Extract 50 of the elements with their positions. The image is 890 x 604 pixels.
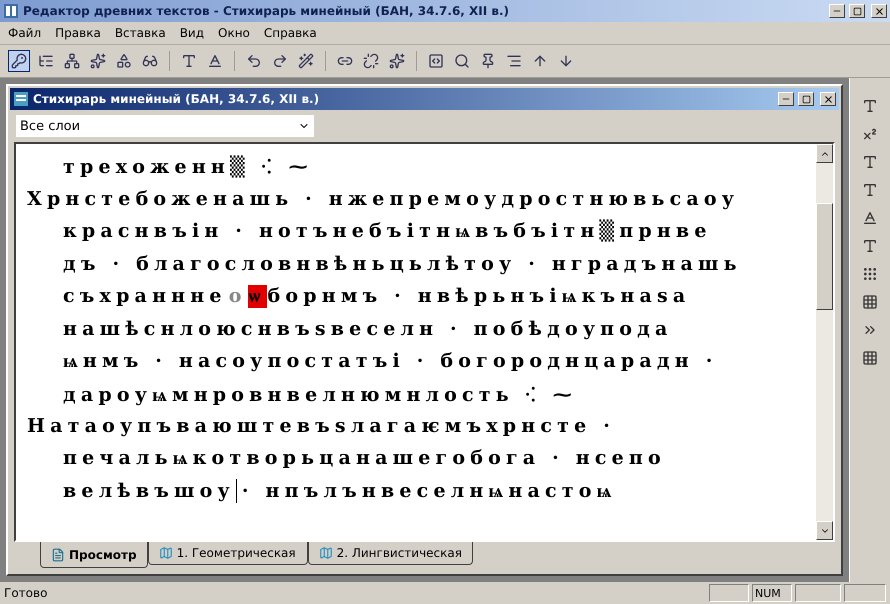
sparkle-icon[interactable]	[88, 51, 108, 71]
status-panel	[709, 584, 749, 602]
close-button[interactable]	[871, 4, 887, 18]
manuscript-line: трехоженн▒ ⁖ ⁓	[62, 154, 314, 180]
document-icon	[13, 91, 29, 107]
status-text: Готово	[4, 586, 48, 600]
document-title: Стихирарь минейный (БАН, 34.7.6, XII в.)	[33, 92, 320, 106]
manuscript-line: краснвъін · нотънебъітнѩвъбъітн▒прнве	[62, 218, 713, 244]
menu-item[interactable]: Справка	[264, 26, 317, 40]
maximize-icon	[802, 94, 810, 104]
menu-item[interactable]: Вставка	[114, 26, 166, 40]
close-icon	[822, 94, 834, 104]
key-icon[interactable]	[8, 50, 30, 72]
status-panel	[795, 584, 841, 602]
close-button[interactable]	[820, 92, 836, 106]
minimize-button[interactable]	[778, 92, 794, 106]
view-tab[interactable]: 2. Лингвистическая	[308, 542, 473, 565]
manuscript-line: дароуѩмнровнвелнюмнлость ⁖ ⁓	[62, 382, 578, 408]
maximize-icon	[852, 6, 862, 16]
menu-item[interactable]: Файл	[8, 26, 42, 40]
manuscript-line: Натаоупъваюштевъѕлагаѥмъхрнсте ·	[26, 414, 616, 440]
sparkle-icon[interactable]	[387, 51, 407, 71]
app-icon	[3, 3, 19, 19]
manuscript-line: ѩнмъ · насоупостатъі · богороднцарадн ·	[62, 348, 719, 374]
manuscript-line: велѣвъшоу · нпълънвеселнѩнастоѩ	[62, 478, 618, 506]
manuscript-line: печальѩкотворьцанашегобога · нсепо	[62, 446, 667, 472]
manuscript-line: Хрнстебоженашь · нжепремоудростнювьсаоу	[26, 186, 740, 212]
manuscript-line: съхраннне о ѡ борнмъ · нвѣрьнъіѩкънаѕа	[62, 284, 692, 310]
scrollbar[interactable]	[816, 144, 833, 540]
manuscript-line: дъ · благословнвѣньцьлѣтоу · нградънашь	[62, 252, 743, 277]
maximize-button[interactable]	[849, 4, 865, 18]
document-icon	[51, 548, 65, 562]
view-tab[interactable]: 1. Геометрическая	[148, 542, 308, 565]
status-indicator: NUM	[752, 584, 792, 602]
minimize-button[interactable]	[829, 4, 845, 18]
maximize-button[interactable]	[798, 92, 814, 106]
wand-icon[interactable]	[296, 51, 316, 71]
menu-item[interactable]: Правка	[55, 26, 101, 40]
window-title: Редактор древних текстов - Стихирарь минейный (БАН, 34.7.6, XII в.)	[23, 4, 510, 18]
close-icon	[874, 6, 884, 16]
view-tab[interactable]: Просмотр	[40, 542, 148, 568]
menu-item[interactable]: Вид	[180, 26, 204, 40]
layer-dropdown[interactable]: Все слои	[16, 115, 314, 137]
manuscript-line: нашѣснлоюснвъѕвеселн · побѣдоупода	[62, 316, 674, 342]
menu-item[interactable]: Окно	[218, 26, 250, 40]
network-icon[interactable]	[62, 51, 82, 71]
map-icon	[318, 546, 333, 560]
status-panel	[844, 584, 886, 602]
map-icon	[158, 546, 173, 560]
unlink-icon[interactable]	[361, 51, 381, 71]
